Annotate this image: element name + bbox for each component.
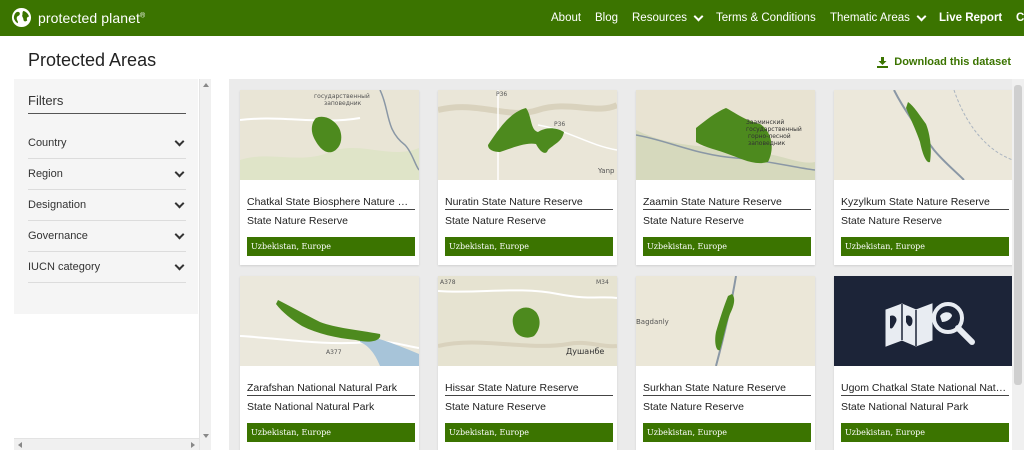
scroll-left-icon[interactable] xyxy=(18,442,22,448)
chevron-down-icon xyxy=(916,11,927,21)
filter-iucn-category[interactable]: IUCN category xyxy=(28,252,186,283)
map-label: A377 xyxy=(326,349,342,356)
download-icon xyxy=(877,56,889,68)
area-designation: State National Natural Park xyxy=(247,401,375,413)
area-designation: State Nature Reserve xyxy=(445,215,546,227)
map-label: A378 xyxy=(440,279,456,286)
scroll-down-icon[interactable] xyxy=(203,434,209,438)
area-location-tag: Uzbekistan, Europe xyxy=(445,423,613,442)
protected-area-card[interactable]: P36 P36 Yanp Nuratin State Nature Reserv… xyxy=(438,90,617,265)
top-navigation-bar: protected planet® About Blog Resources T… xyxy=(0,0,1024,36)
protected-area-card[interactable]: Зааминский государственный горно-лесной … xyxy=(636,90,815,265)
area-name-link[interactable]: Zarafshan National Natural Park xyxy=(247,382,415,396)
filter-country[interactable]: Country xyxy=(28,128,186,159)
chevron-down-icon xyxy=(174,229,185,239)
filter-label: Designation xyxy=(28,199,87,211)
area-map-thumbnail xyxy=(834,90,1013,180)
scrollbar-thumb[interactable] xyxy=(1014,85,1022,385)
results-scrollbar[interactable] xyxy=(1012,79,1024,450)
filters-title: Filters xyxy=(28,93,186,114)
area-map-thumbnail: Зааминский государственный горно-лесной … xyxy=(636,90,815,180)
filter-governance[interactable]: Governance xyxy=(28,221,186,252)
area-name-link[interactable]: Ugom Chatkal State National Nat… xyxy=(841,382,1009,396)
map-label: Bagdanly xyxy=(636,318,669,326)
area-location-tag: Uzbekistan, Europe xyxy=(643,237,811,256)
chevron-down-icon xyxy=(174,260,185,270)
area-location-tag: Uzbekistan, Europe xyxy=(841,237,1009,256)
area-designation: State Nature Reserve xyxy=(445,401,546,413)
map-label: горно-лесной xyxy=(748,133,791,140)
area-map-thumbnail: A377 xyxy=(240,276,419,366)
protected-area-card[interactable]: A378 M34 Душанбе Hissar State Nature Res… xyxy=(438,276,617,450)
sidebar-vertical-scrollbar[interactable] xyxy=(199,79,211,450)
filter-region[interactable]: Region xyxy=(28,159,186,190)
nav-thematic-areas[interactable]: Thematic Areas xyxy=(830,0,927,36)
filter-label: Governance xyxy=(28,230,88,242)
nav-blog[interactable]: Blog xyxy=(595,0,618,36)
area-map-thumbnail: A378 M34 Душанбе xyxy=(438,276,617,366)
area-designation: State Nature Reserve xyxy=(643,401,744,413)
protected-area-card[interactable]: Bagdanly Surkhan State Nature Reserve St… xyxy=(636,276,815,450)
map-label: Зааминский xyxy=(746,119,784,126)
protected-area-card[interactable]: A377 Zarafshan National Natural Park Sta… xyxy=(240,276,419,450)
area-designation: State Nature Reserve xyxy=(643,215,744,227)
map-label: Душанбе xyxy=(566,347,604,356)
chevron-down-icon xyxy=(174,198,185,208)
protected-area-card[interactable]: государственный заповедник Chatkal State… xyxy=(240,90,419,265)
protected-area-card[interactable]: Kyzylkum State Nature Reserve State Natu… xyxy=(834,90,1013,265)
nav-terms[interactable]: Terms & Conditions xyxy=(716,0,816,36)
download-label: Download this dataset xyxy=(894,56,1011,68)
sidebar-horizontal-scrollbar[interactable] xyxy=(14,438,199,450)
map-label: государственный xyxy=(314,93,370,100)
site-logo[interactable]: protected planet® xyxy=(11,7,145,28)
map-search-placeholder-icon xyxy=(834,276,1013,366)
area-map-thumbnail: Bagdanly xyxy=(636,276,815,366)
area-location-tag: Uzbekistan, Europe xyxy=(445,237,613,256)
nav-about[interactable]: About xyxy=(551,0,581,36)
area-name-link[interactable]: Chatkal State Biosphere Nature R… xyxy=(247,196,415,210)
area-name-link[interactable]: Nuratin State Nature Reserve xyxy=(445,196,613,210)
nav-live-report[interactable]: Live Report xyxy=(939,0,1002,36)
nav-resources[interactable]: Resources xyxy=(632,0,704,36)
map-label: P36 xyxy=(554,121,565,128)
map-label: государственный xyxy=(746,126,802,133)
area-name-link[interactable]: Kyzylkum State Nature Reserve xyxy=(841,196,1009,210)
chevron-down-icon xyxy=(693,11,704,21)
area-location-tag: Uzbekistan, Europe xyxy=(643,423,811,442)
filter-label: Country xyxy=(28,137,67,149)
area-location-tag: Uzbekistan, Europe xyxy=(247,423,415,442)
map-label: заповедник xyxy=(324,100,362,107)
download-dataset-link[interactable]: Download this dataset xyxy=(877,56,1011,68)
filter-designation[interactable]: Designation xyxy=(28,190,186,221)
map-label: P36 xyxy=(496,91,507,98)
area-designation: State Nature Reserve xyxy=(247,215,348,227)
protected-area-card[interactable]: Ugom Chatkal State National Nat… State N… xyxy=(834,276,1013,450)
page-title: Protected Areas xyxy=(28,50,157,70)
chevron-down-icon xyxy=(174,167,185,177)
nav-overflow-item[interactable]: C xyxy=(1016,0,1024,36)
map-label: заповедник xyxy=(748,140,786,147)
results-grid: государственный заповедник Chatkal State… xyxy=(229,79,1024,450)
area-location-tag: Uzbekistan, Europe xyxy=(841,423,1009,442)
area-designation: State National Natural Park xyxy=(841,401,969,413)
filter-label: IUCN category xyxy=(28,261,101,273)
scroll-right-icon[interactable] xyxy=(191,442,195,448)
scroll-up-icon[interactable] xyxy=(203,83,209,87)
area-map-thumbnail: государственный заповедник xyxy=(240,90,419,180)
chevron-down-icon xyxy=(174,136,185,146)
area-designation: State Nature Reserve xyxy=(841,215,942,227)
globe-logo-icon xyxy=(11,7,32,28)
filter-label: Region xyxy=(28,168,63,180)
area-name-link[interactable]: Zaamin State Nature Reserve xyxy=(643,196,811,210)
logo-text: protected planet® xyxy=(38,9,146,26)
area-map-thumbnail: P36 P36 Yanp xyxy=(438,90,617,180)
area-name-link[interactable]: Hissar State Nature Reserve xyxy=(445,382,613,396)
area-location-tag: Uzbekistan, Europe xyxy=(247,237,415,256)
map-label: Yanp xyxy=(597,167,615,175)
area-name-link[interactable]: Surkhan State Nature Reserve xyxy=(643,382,811,396)
map-label: M34 xyxy=(596,279,609,286)
